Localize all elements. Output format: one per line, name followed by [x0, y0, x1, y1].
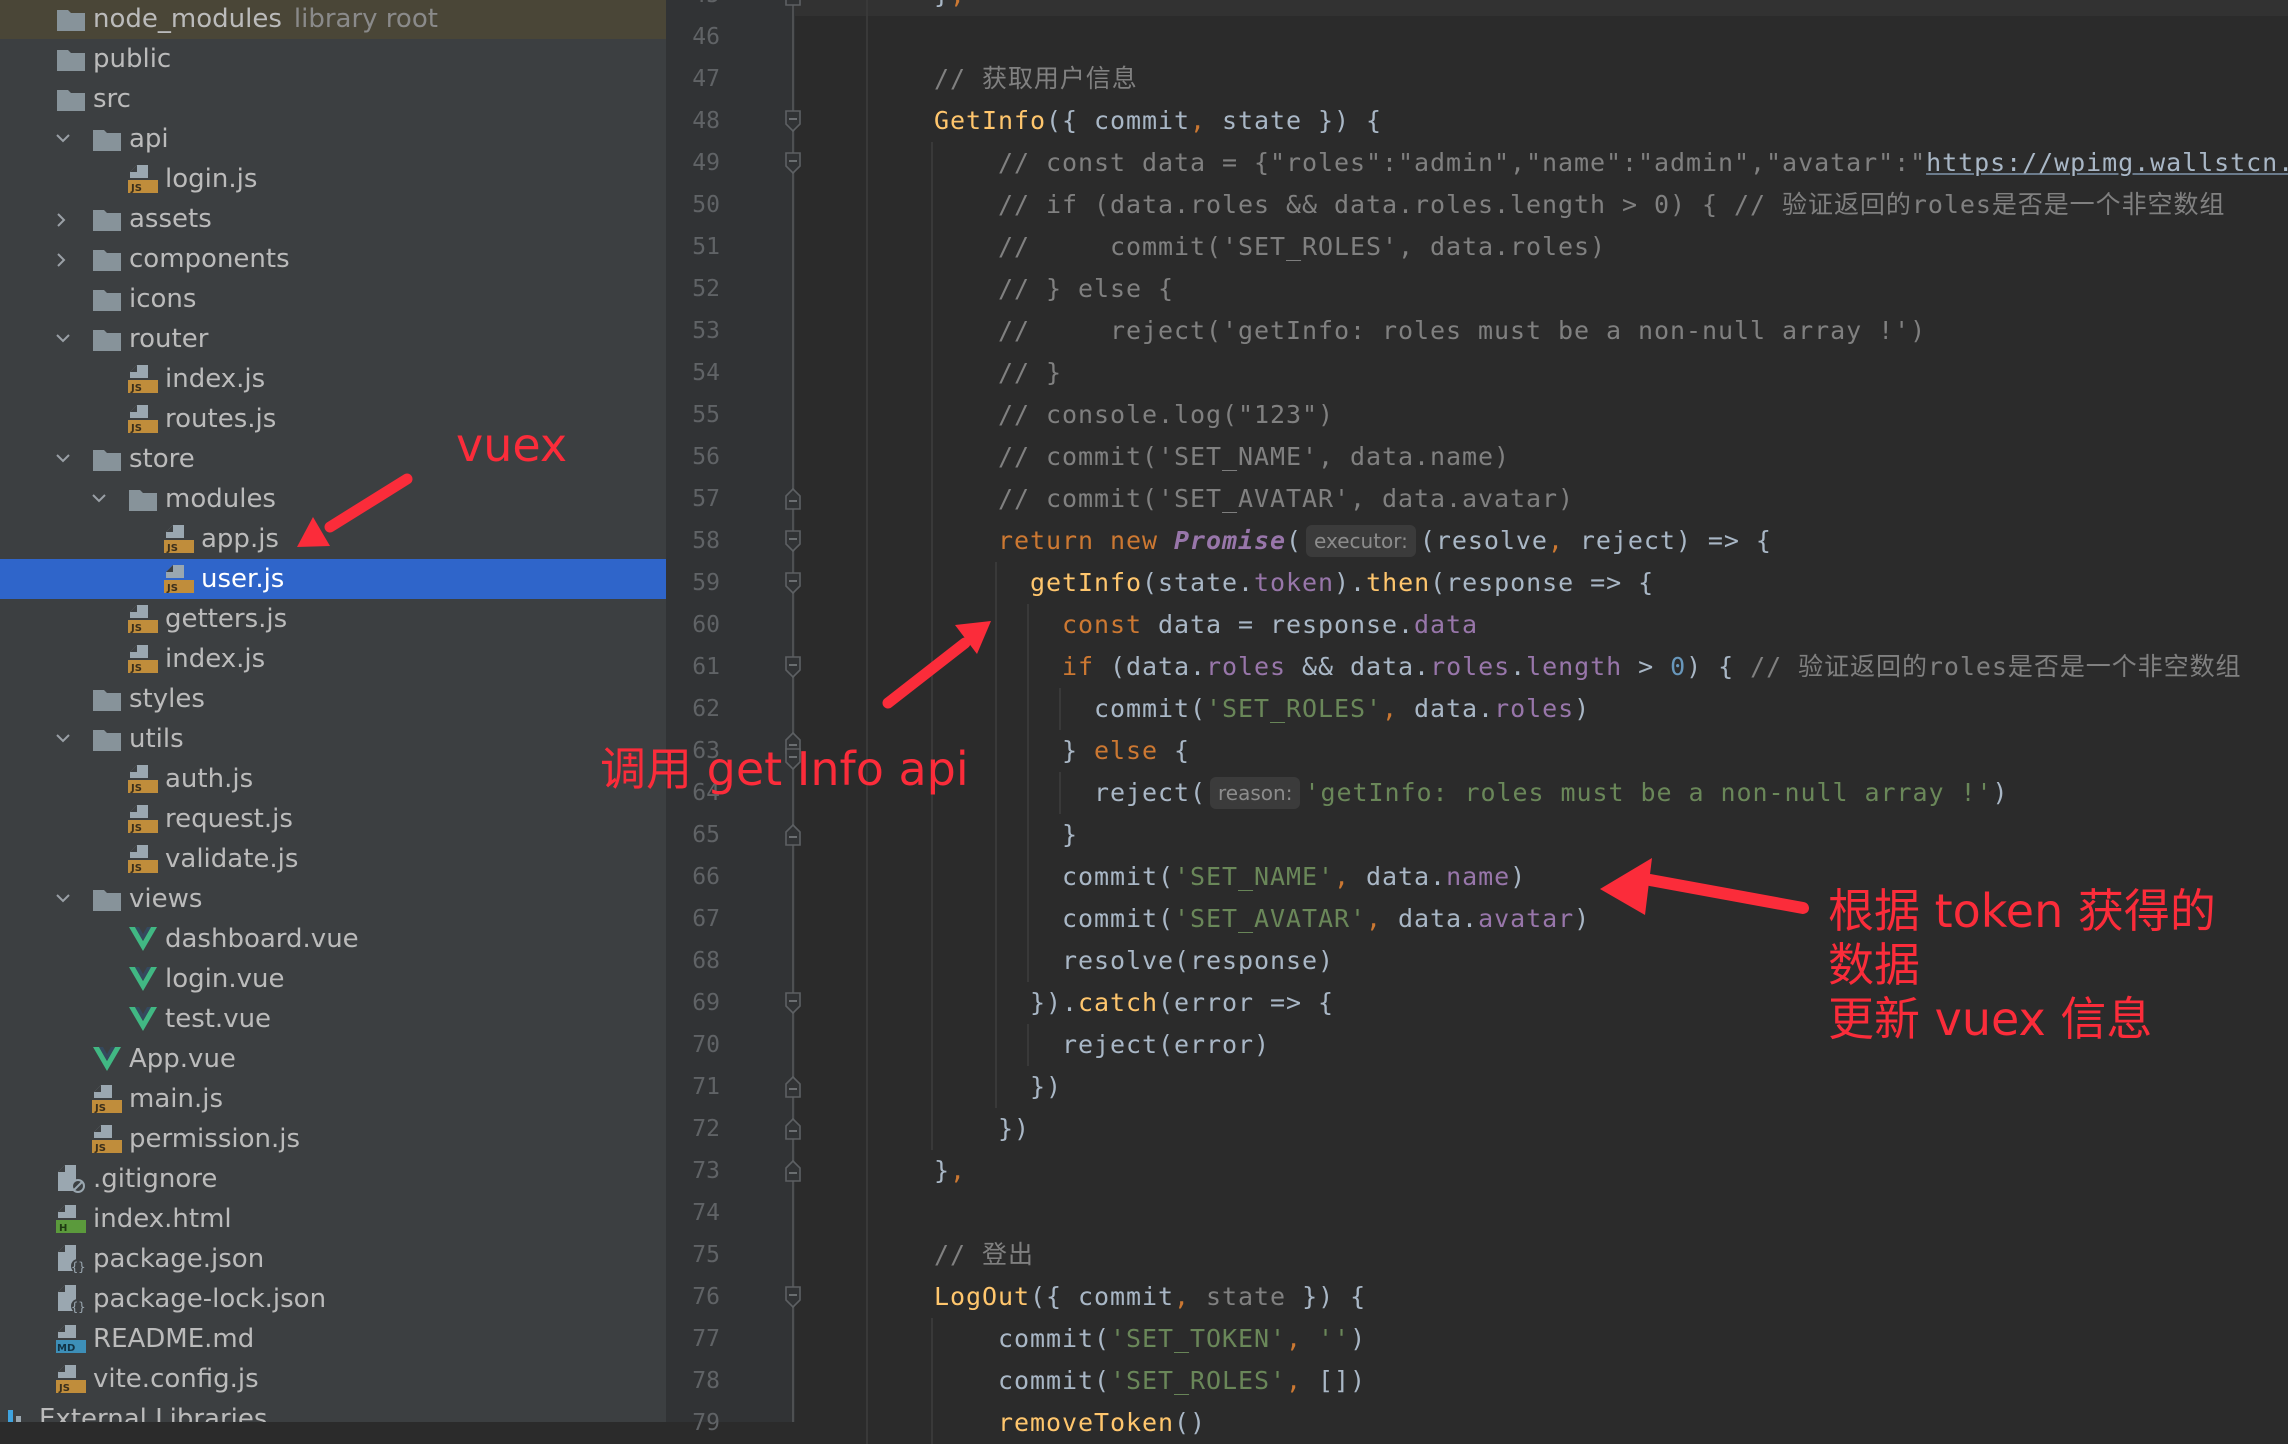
arrow-to-user-js [297, 473, 413, 547]
arrow-to-commit-lines [1600, 858, 1809, 915]
arrow-to-getinfo-call [882, 621, 991, 709]
annotation-arrows [297, 473, 1809, 915]
